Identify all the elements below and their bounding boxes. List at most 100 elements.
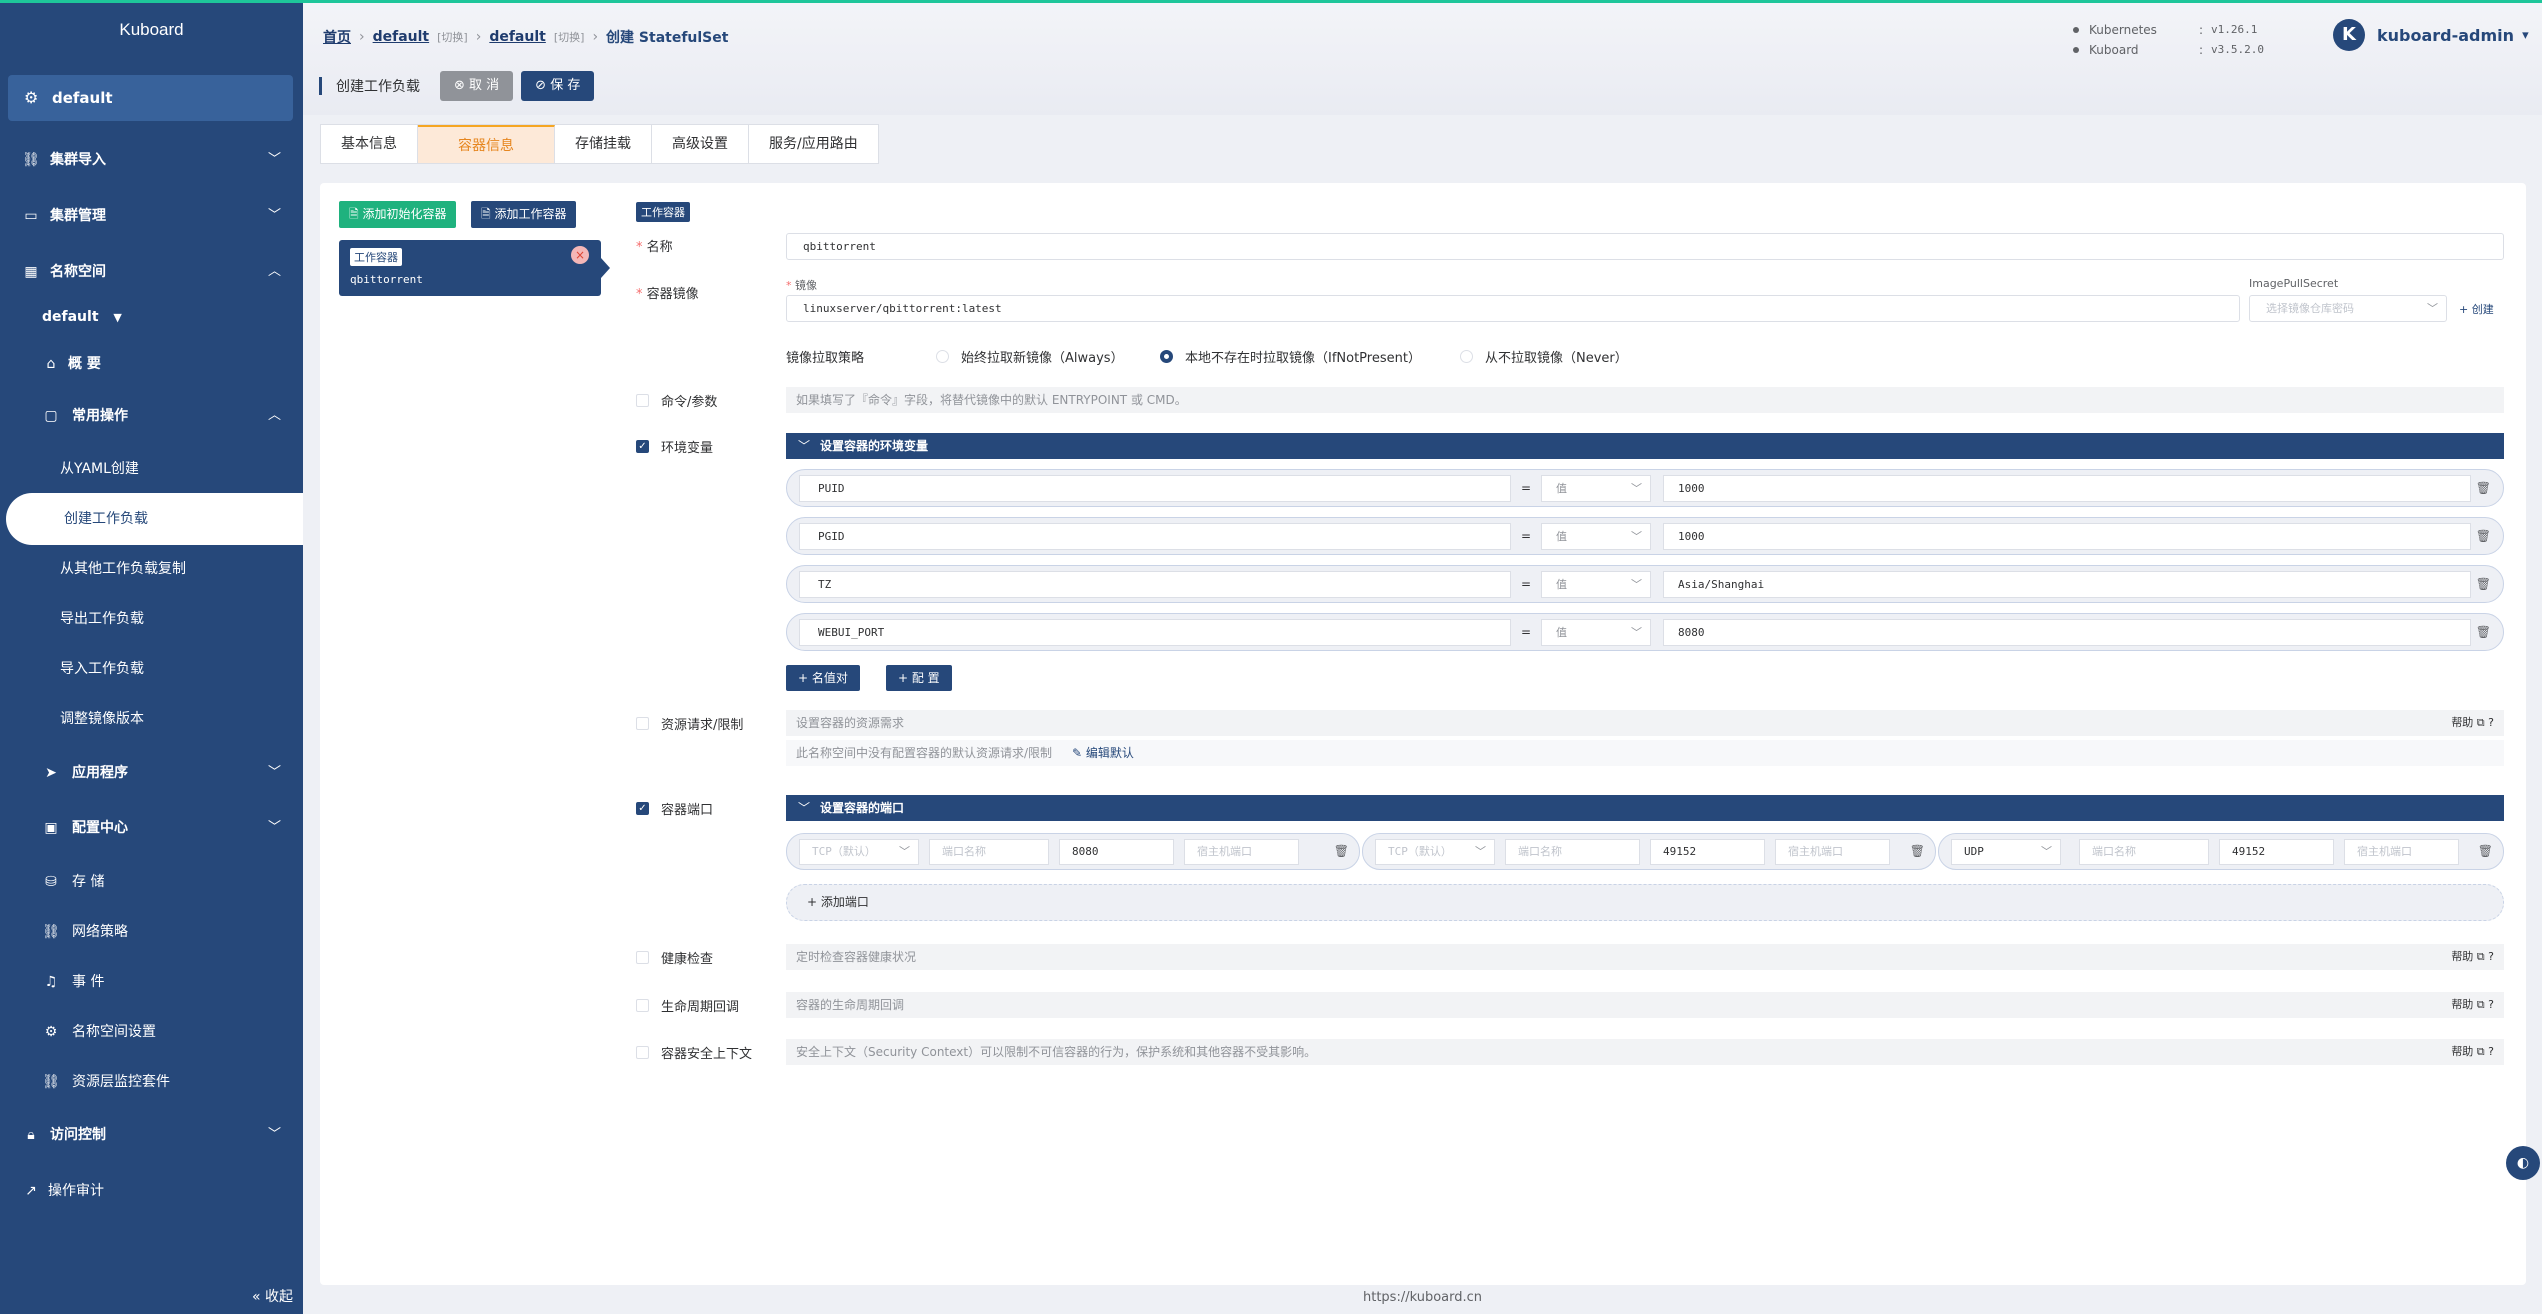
trash-icon[interactable]: 🗑︎ — [1910, 834, 1925, 869]
port-row: TCP（默认） ﹀ 端口名称 49152 宿主机端口 🗑︎ — [1362, 833, 1936, 870]
namespace-selector[interactable]: ⚙ default — [8, 75, 293, 121]
port-name-input[interactable]: 端口名称 — [1505, 839, 1640, 865]
tab-storage[interactable]: 存储挂载 — [555, 125, 652, 163]
env-key-input[interactable]: TZ — [799, 571, 1511, 598]
sidebar-item-access[interactable]: 🔒︎ 访问控制 ﹀ — [0, 1115, 303, 1155]
help-link[interactable]: 帮助 ⧉ ? — [2451, 992, 2494, 1018]
close-icon[interactable]: × — [571, 246, 589, 264]
add-work-container-button[interactable]: 🗎︎ 添加工作容器 — [471, 201, 577, 228]
radio-pull-ifnotpresent[interactable]: 本地不存在时拉取镜像（IfNotPresent） — [1160, 347, 1421, 366]
help-link[interactable]: 帮助 ⧉ ? — [2451, 1039, 2494, 1065]
env-value-input[interactable]: 8080 — [1663, 619, 2471, 646]
breadcrumb-switch[interactable]: [切换] — [554, 29, 585, 45]
tab-service[interactable]: 服务/应用路由 — [749, 125, 878, 163]
sidebar-item-export-workload[interactable]: 导出工作负载 — [0, 599, 303, 639]
env-type-select[interactable]: 值 ﹀ — [1541, 571, 1651, 598]
env-value-input[interactable]: 1000 — [1663, 475, 2471, 502]
collapse-sidebar-button[interactable]: « 收起 — [252, 1286, 293, 1306]
env-key-input[interactable]: WEBUI_PORT — [799, 619, 1511, 646]
port-name-input[interactable]: 端口名称 — [2079, 839, 2209, 865]
env-type-select[interactable]: 值 ﹀ — [1541, 619, 1651, 646]
radio-pull-always[interactable]: 始终拉取新镜像（Always） — [936, 347, 1124, 366]
sidebar-item-events[interactable]: ♫ 事 件 — [0, 962, 303, 1002]
kuboard-version: v3.5.2.0 — [2211, 43, 2265, 56]
help-link[interactable]: 帮助 ⧉ ? — [2451, 710, 2494, 736]
help-link[interactable]: 帮助 ⧉ ? — [2451, 944, 2494, 970]
create-secret-link[interactable]: + 创建 — [2459, 301, 2494, 317]
host-port-input[interactable]: 宿主机端口 — [2344, 839, 2459, 865]
name-input[interactable]: qbittorrent — [786, 233, 2504, 260]
sidebar-item-ns-settings[interactable]: ⚙ 名称空间设置 — [0, 1012, 303, 1052]
env-header[interactable]: ﹀ 设置容器的环境变量 — [786, 433, 2504, 459]
env-type-select[interactable]: 值 ﹀ — [1541, 523, 1651, 550]
sidebar-item-cluster-import[interactable]: ⛓ 集群导入 ﹀ — [0, 140, 303, 180]
add-name-value-button[interactable]: + 名值对 — [786, 665, 860, 691]
image-input[interactable]: linuxserver/qbittorrent:latest — [786, 295, 2240, 322]
sidebar-item-config[interactable]: ▣ 配置中心 ﹀ — [0, 808, 303, 848]
port-protocol-select[interactable]: UDP ﹀ — [1951, 839, 2061, 865]
namespace-dropdown[interactable]: default ▼ — [0, 297, 303, 337]
breadcrumb-namespace[interactable]: default — [489, 29, 546, 45]
sidebar-item-audit[interactable]: ↗ 操作审计 — [0, 1171, 303, 1211]
env-value-input[interactable]: 1000 — [1663, 523, 2471, 550]
trash-icon[interactable]: 🗑︎ — [2476, 614, 2491, 650]
trash-icon[interactable]: 🗑︎ — [2478, 834, 2493, 869]
container-port-input[interactable]: 8080 — [1059, 839, 1174, 865]
sidebar-item-adjust-image[interactable]: 调整镜像版本 — [0, 699, 303, 739]
lifecycle-checkbox[interactable] — [636, 999, 649, 1012]
trash-icon[interactable]: 🗑︎ — [1334, 834, 1349, 869]
radio-circle — [936, 350, 949, 363]
port-protocol-select[interactable]: TCP（默认） ﹀ — [799, 839, 919, 865]
trash-icon[interactable]: 🗑︎ — [2476, 518, 2491, 554]
pull-secret-select[interactable]: 选择镜像仓库密码 ﹀ — [2249, 295, 2447, 322]
radio-pull-never[interactable]: 从不拉取镜像（Never） — [1460, 347, 1628, 366]
sidebar-item-copy-workload[interactable]: 从其他工作负载复制 — [0, 549, 303, 589]
tab-container[interactable]: 容器信息 — [418, 125, 555, 163]
add-port-button[interactable]: + 添加端口 — [786, 884, 2504, 921]
sidebar-item-overview[interactable]: ⌂ 概 要 — [0, 344, 303, 384]
add-init-container-button[interactable]: 🗎︎ 添加初始化容器 — [339, 201, 457, 228]
sidebar-item-namespace[interactable]: ▦ 名称空间 ︿ — [0, 252, 303, 292]
add-config-button[interactable]: + 配 置 — [886, 665, 952, 691]
sidebar-item-apps[interactable]: ➤ 应用程序 ﹀ — [0, 753, 303, 793]
trash-icon[interactable]: 🗑︎ — [2476, 470, 2491, 506]
edit-default-link[interactable]: ✎ 编辑默认 — [1072, 746, 1134, 760]
sidebar-item-import-workload[interactable]: 导入工作负载 — [0, 649, 303, 689]
sidebar-item-cluster-manage[interactable]: ▭ 集群管理 ﹀ — [0, 196, 303, 236]
container-card[interactable]: 工作容器 qbittorrent × — [339, 240, 610, 296]
container-port-input[interactable]: 49152 — [2219, 839, 2334, 865]
cmd-checkbox[interactable] — [636, 394, 649, 407]
breadcrumb-home[interactable]: 首页 — [323, 27, 351, 47]
port-protocol-select[interactable]: TCP（默认） ﹀ — [1375, 839, 1495, 865]
health-checkbox[interactable] — [636, 951, 649, 964]
env-checkbox[interactable]: ✓ — [636, 440, 649, 453]
breadcrumb-cluster[interactable]: default — [373, 29, 430, 45]
sidebar-item-common-ops[interactable]: ▢ 常用操作 ︿ — [0, 396, 303, 436]
port-name-input[interactable]: 端口名称 — [929, 839, 1049, 865]
env-type-select[interactable]: 值 ﹀ — [1541, 475, 1651, 502]
breadcrumb-switch[interactable]: [切换] — [437, 29, 468, 45]
host-port-input[interactable]: 宿主机端口 — [1775, 839, 1890, 865]
sidebar-item-monitor[interactable]: ⛓ 资源层监控套件 — [0, 1062, 303, 1102]
sidebar-item-netpolicy[interactable]: ⛓ 网络策略 — [0, 912, 303, 952]
breadcrumb: 首页 › default [切换] › default [切换] › 创建 St… — [323, 27, 728, 47]
env-key-input[interactable]: PGID — [799, 523, 1511, 550]
ports-checkbox[interactable]: ✓ — [636, 802, 649, 815]
chat-icon[interactable]: ◐ — [2506, 1146, 2540, 1180]
ports-header[interactable]: ﹀ 设置容器的端口 — [786, 795, 2504, 821]
env-value-input[interactable]: Asia/Shanghai — [1663, 571, 2471, 598]
trash-icon[interactable]: 🗑︎ — [2476, 566, 2491, 602]
save-button[interactable]: ⊘ 保 存 — [521, 71, 595, 101]
env-key-input[interactable]: PUID — [799, 475, 1511, 502]
container-port-input[interactable]: 49152 — [1650, 839, 1765, 865]
tab-advanced[interactable]: 高级设置 — [652, 125, 749, 163]
sidebar-item-from-yaml[interactable]: 从YAML创建 — [0, 449, 303, 489]
sidebar-item-create-workload[interactable]: 创建工作负载 — [6, 493, 303, 545]
tab-basic[interactable]: 基本信息 — [321, 125, 418, 163]
resources-checkbox[interactable] — [636, 717, 649, 730]
cancel-button[interactable]: ⊗ 取 消 — [440, 71, 514, 101]
sidebar-item-storage[interactable]: ⛁ 存 储 — [0, 862, 303, 902]
security-checkbox[interactable] — [636, 1046, 649, 1059]
user-menu[interactable]: K kuboard-admin ▾ — [2333, 19, 2529, 51]
host-port-input[interactable]: 宿主机端口 — [1184, 839, 1299, 865]
